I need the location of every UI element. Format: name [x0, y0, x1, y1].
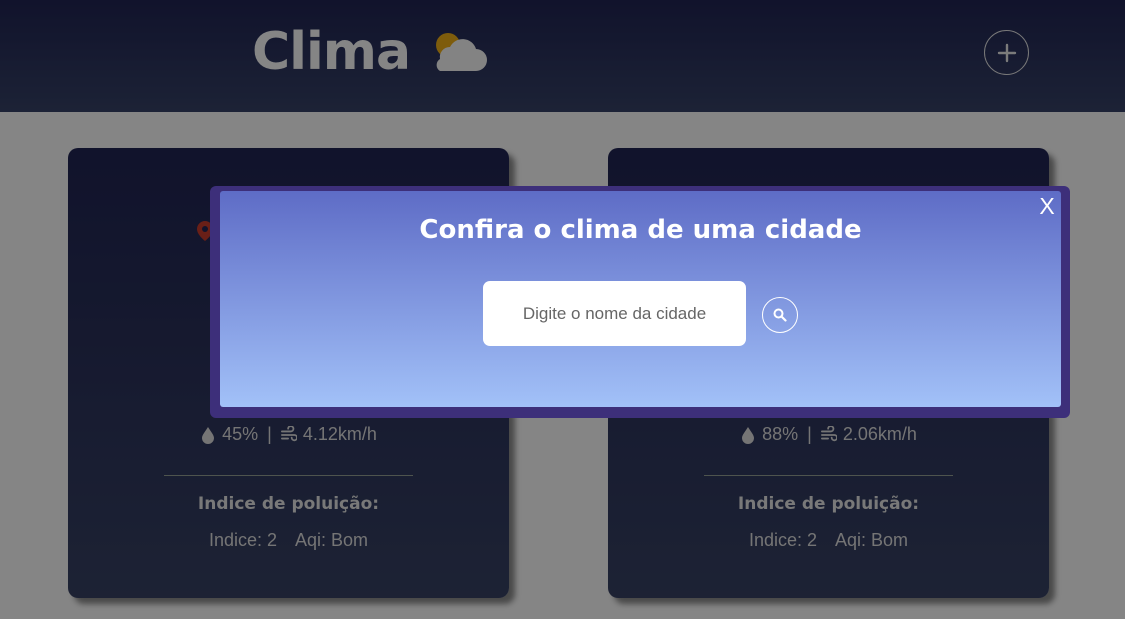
close-modal-button[interactable]: X	[1037, 193, 1057, 219]
modal-title: Confira o clima de uma cidade	[419, 215, 862, 245]
search-button[interactable]	[762, 297, 798, 333]
city-search-input[interactable]	[483, 281, 746, 346]
search-icon	[773, 308, 787, 322]
search-city-modal: Confira o clima de uma cidade X	[220, 191, 1061, 407]
